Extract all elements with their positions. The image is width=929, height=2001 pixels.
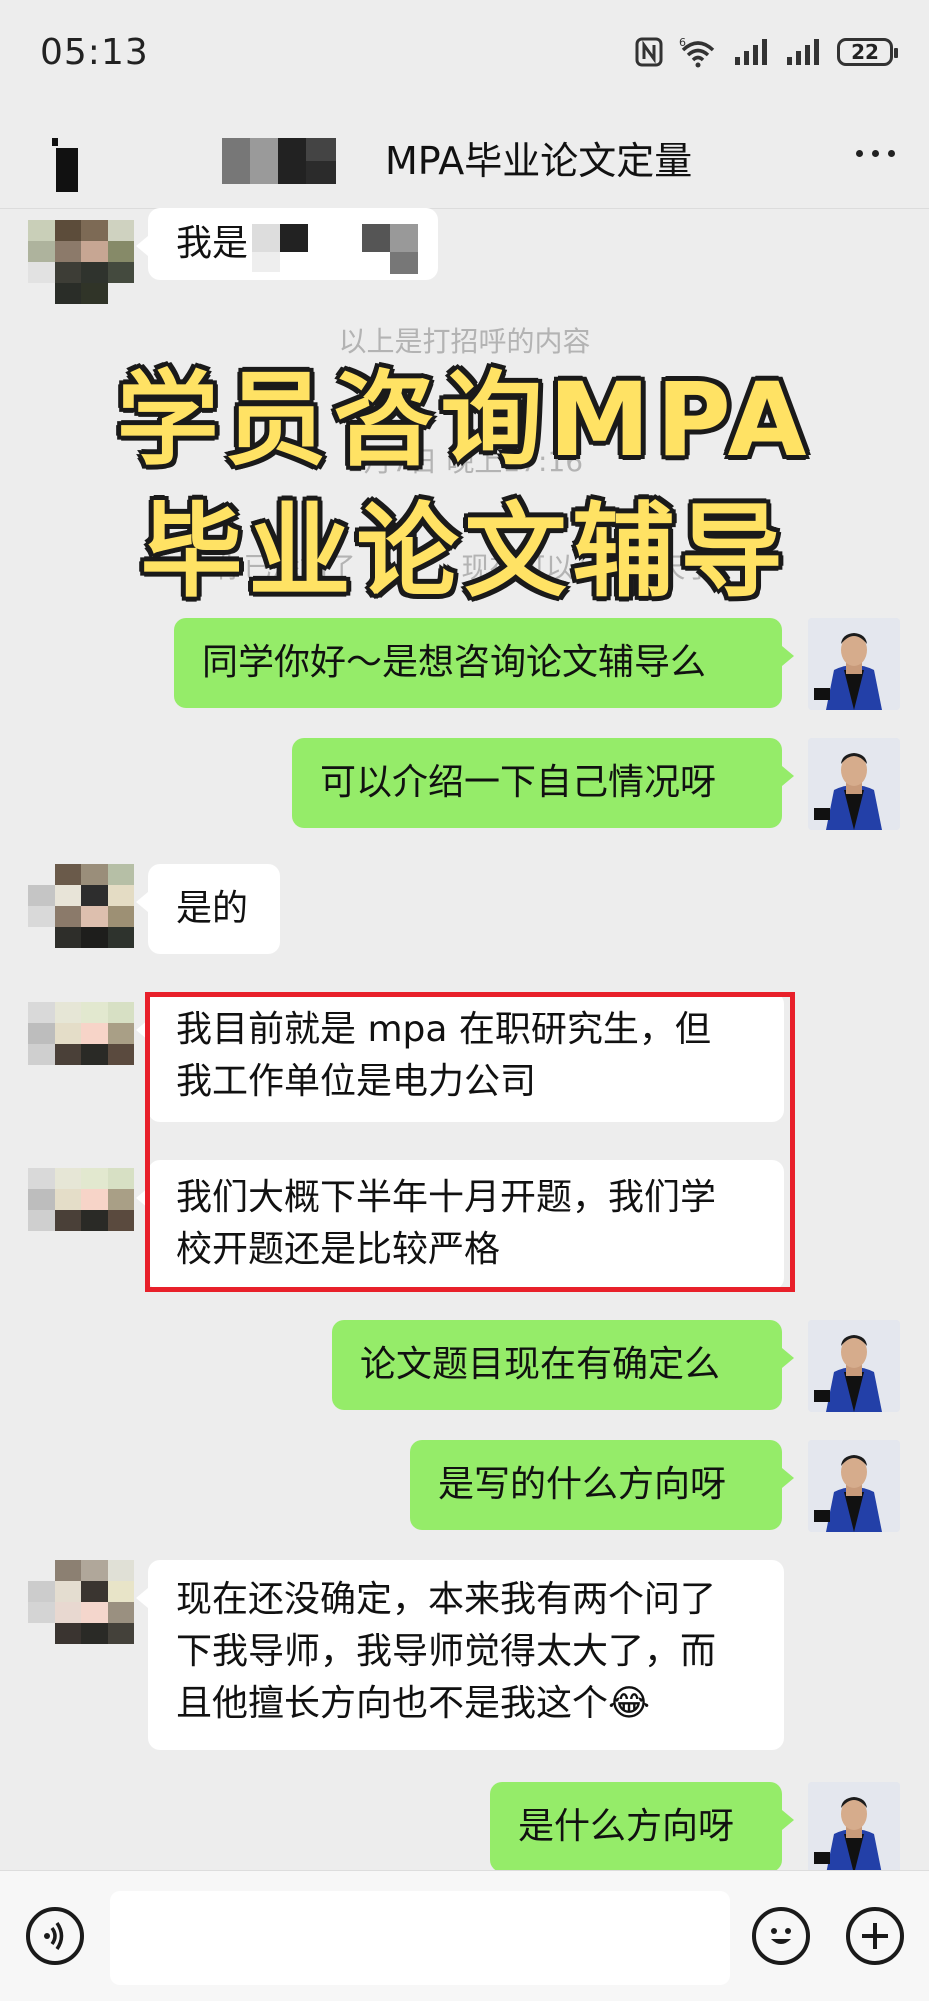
overlay-title-line1: 学员咨询MPA — [116, 361, 813, 480]
message-text: 可以介绍一下自己情况呀 — [320, 762, 717, 803]
plus-icon[interactable] — [846, 1907, 904, 1965]
message-text: 论文题目现在有确定么 — [360, 1344, 721, 1385]
message-bubble[interactable]: 同学你好～是想咨询论文辅导么 — [174, 618, 794, 708]
contact-avatar[interactable] — [28, 1168, 134, 1252]
input-bar — [0, 1870, 929, 2001]
signal-icon — [785, 37, 823, 67]
status-bar: 05:13 6 22 — [0, 0, 929, 110]
back-icon[interactable] — [40, 134, 84, 192]
more-icon[interactable] — [856, 150, 895, 157]
chat-messages[interactable]: 我是 以上是打招呼的内容 1月7日 晚上17:16 你已添加了 ，现在可以开始聊… — [0, 208, 929, 1870]
contact-avatar[interactable] — [28, 1560, 134, 1644]
message-text: 是什么方向呀 — [518, 1806, 735, 1847]
message-text-line: 校开题还是比较严格 — [176, 1229, 501, 1270]
nfc-icon — [635, 37, 663, 67]
wifi-icon: 6 — [677, 36, 719, 68]
message-text-line: 我们大概下半年十月开题，我们学 — [176, 1177, 717, 1218]
my-avatar[interactable] — [808, 1782, 900, 1870]
battery-level: 22 — [851, 40, 879, 64]
message-bubble[interactable]: 可以介绍一下自己情况呀 — [292, 738, 794, 828]
message-text-line: 我目前就是 mpa 在职研究生，但 — [176, 1009, 711, 1050]
contact-name-redacted — [222, 138, 336, 184]
message-bubble[interactable]: 我是 — [136, 208, 438, 280]
chat-title: MPA毕业论文定量 — [385, 139, 693, 183]
message-bubble[interactable]: 我们大概下半年十月开题，我们学 校开题还是比较严格 — [136, 1160, 784, 1290]
signal-icon — [733, 37, 771, 67]
status-time: 05:13 — [40, 32, 149, 73]
my-avatar[interactable] — [808, 1440, 900, 1532]
message-bubble[interactable]: 是的 — [136, 864, 280, 954]
my-avatar[interactable] — [808, 618, 900, 710]
message-bubble[interactable]: 我目前就是 mpa 在职研究生，但 我工作单位是电力公司 — [136, 992, 784, 1122]
overlay-title-line2: 毕业论文辅导 — [140, 493, 789, 612]
emoji-icon[interactable] — [752, 1907, 810, 1965]
status-icons: 6 22 — [635, 36, 898, 68]
message-bubble[interactable]: 是写的什么方向呀 — [410, 1440, 794, 1530]
message-bubble[interactable]: 现在还没确定，本来我有两个问了 下我导师，我导师觉得太大了，而 且他擅长方向也不… — [136, 1560, 784, 1750]
battery-icon: 22 — [837, 38, 898, 66]
message-bubble[interactable]: 是什么方向呀 — [490, 1782, 794, 1870]
my-avatar[interactable] — [808, 738, 900, 830]
message-text-line: 且他擅长方向也不是我这个😂 — [176, 1683, 651, 1724]
message-bubble[interactable]: 论文题目现在有确定么 — [332, 1320, 794, 1410]
message-text: 是的 — [176, 888, 249, 929]
contact-avatar[interactable] — [28, 864, 134, 948]
my-avatar[interactable] — [808, 1320, 900, 1412]
contact-avatar[interactable] — [28, 1002, 134, 1086]
message-text: 同学你好～是想咨询论文辅导么 — [202, 642, 707, 683]
message-text: 是写的什么方向呀 — [438, 1464, 727, 1505]
contact-avatar[interactable] — [28, 220, 134, 304]
voice-icon[interactable] — [26, 1907, 84, 1965]
message-text-line: 下我导师，我导师觉得太大了，而 — [176, 1631, 717, 1672]
message-text-line: 我工作单位是电力公司 — [176, 1061, 537, 1102]
message-text: 我是 — [176, 223, 249, 264]
message-input[interactable] — [110, 1891, 730, 1985]
chat-header: MPA毕业论文定量 — [0, 110, 929, 209]
message-text-line: 现在还没确定，本来我有两个问了 — [176, 1579, 717, 1620]
